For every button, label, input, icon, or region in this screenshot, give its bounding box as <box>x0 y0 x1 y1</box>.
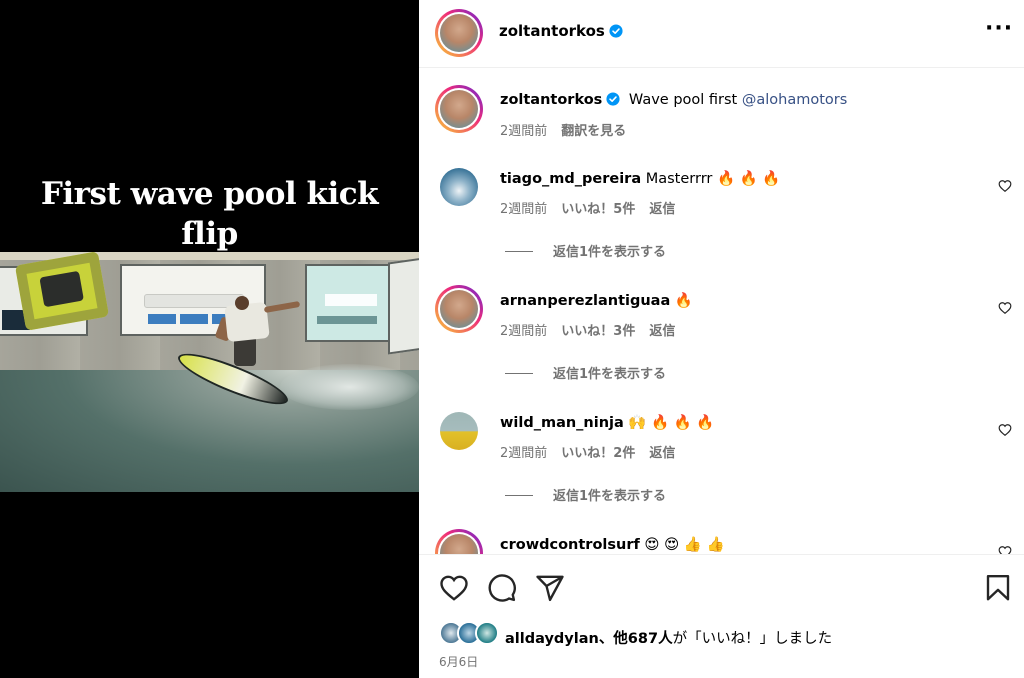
reply-button[interactable]: 返信 <box>649 446 675 461</box>
caption-mention[interactable]: @alohamotors <box>742 92 847 108</box>
likes-suffix: が「いいね！」しました <box>672 631 833 647</box>
likes-count[interactable]: 、他687人 <box>599 631 673 647</box>
likes-summary: alldaydylan、他687人が「いいね！」しました <box>505 627 832 648</box>
video-caption-line-1: First wave pool kick <box>40 176 379 212</box>
post-date[interactable]: 6月6日 <box>439 653 478 670</box>
commenter-avatar[interactable] <box>440 412 478 450</box>
surfer-body <box>224 301 270 343</box>
comment-time[interactable]: 2週間前 <box>500 202 547 217</box>
heart-icon[interactable] <box>439 573 469 603</box>
commenter-avatar[interactable] <box>435 529 483 554</box>
reply-button[interactable]: 返信 <box>649 202 675 217</box>
reply-button[interactable]: 返信 <box>649 324 675 339</box>
commenter-avatar[interactable] <box>435 285 483 333</box>
verified-badge-icon <box>609 24 623 38</box>
like-comment-heart-icon[interactable] <box>998 545 1012 554</box>
sponsor-banner-edge <box>388 257 419 355</box>
comment-time[interactable]: 2週間前 <box>500 324 547 339</box>
author-avatar[interactable] <box>435 85 483 133</box>
comment-likes[interactable]: いいね！3件 <box>561 324 635 339</box>
comment-time[interactable]: 2週間前 <box>500 446 547 461</box>
author-username[interactable]: zoltantorkos <box>499 22 605 40</box>
view-replies-button[interactable]: 返信1件を表示する <box>505 241 666 260</box>
liker-avatar[interactable] <box>475 621 499 645</box>
comment-username[interactable]: crowdcontrolsurf <box>500 537 640 553</box>
caption-time[interactable]: 2週間前 <box>500 124 547 139</box>
like-comment-heart-icon[interactable] <box>998 179 1012 193</box>
view-replies-button[interactable]: 返信1件を表示する <box>505 363 666 382</box>
comment-text: 🔥 <box>674 293 693 309</box>
post-media[interactable]: First wave pool kick flip <box>0 0 419 678</box>
like-comment-heart-icon[interactable] <box>998 423 1012 437</box>
wave-foam <box>280 364 419 410</box>
more-horizontal-icon[interactable]: ··· <box>985 18 1012 44</box>
send-icon[interactable] <box>535 573 565 603</box>
comment-likes[interactable]: いいね！2件 <box>561 446 635 461</box>
comment-text: 😍 😍 👍 👍 <box>644 537 725 553</box>
author-avatar[interactable] <box>435 9 483 57</box>
video-caption: First wave pool kick flip <box>0 174 419 254</box>
comment-text: Masterrrr 🔥 🔥 🔥 <box>645 171 781 187</box>
like-comment-heart-icon[interactable] <box>998 301 1012 315</box>
comment-username[interactable]: arnanperezlantiguaa <box>500 293 670 309</box>
caption-text: Wave pool first <box>628 92 738 108</box>
post-header: zoltantorkos ··· <box>419 0 1024 68</box>
comment-likes[interactable]: いいね！5件 <box>561 202 635 217</box>
post-side-panel: zoltantorkos ··· zoltantorkos Wave pool … <box>419 0 1024 678</box>
surfer-head <box>235 296 249 310</box>
comment-icon[interactable] <box>487 573 517 603</box>
video-caption-line-2: flip <box>181 216 238 252</box>
comment-text: 🙌 🔥 🔥 🔥 <box>628 415 715 431</box>
post-actions: alldaydylan、他687人が「いいね！」しました 6月6日 <box>419 554 1024 678</box>
comment-username[interactable]: wild_man_ninja <box>500 415 624 431</box>
comments-list[interactable]: zoltantorkos Wave pool first @alohamotor… <box>419 69 1024 554</box>
commenter-avatar[interactable] <box>440 168 478 206</box>
translate-link[interactable]: 翻訳を見る <box>561 124 626 139</box>
bookmark-icon[interactable] <box>983 573 1013 603</box>
surf-video-frame <box>0 252 419 492</box>
caption-username[interactable]: zoltantorkos <box>500 92 602 108</box>
liker-username[interactable]: alldaydylan <box>505 631 599 647</box>
view-replies-button[interactable]: 返信1件を表示する <box>505 485 666 504</box>
comment-username[interactable]: tiago_md_pereira <box>500 171 641 187</box>
verified-badge-icon <box>606 92 620 106</box>
